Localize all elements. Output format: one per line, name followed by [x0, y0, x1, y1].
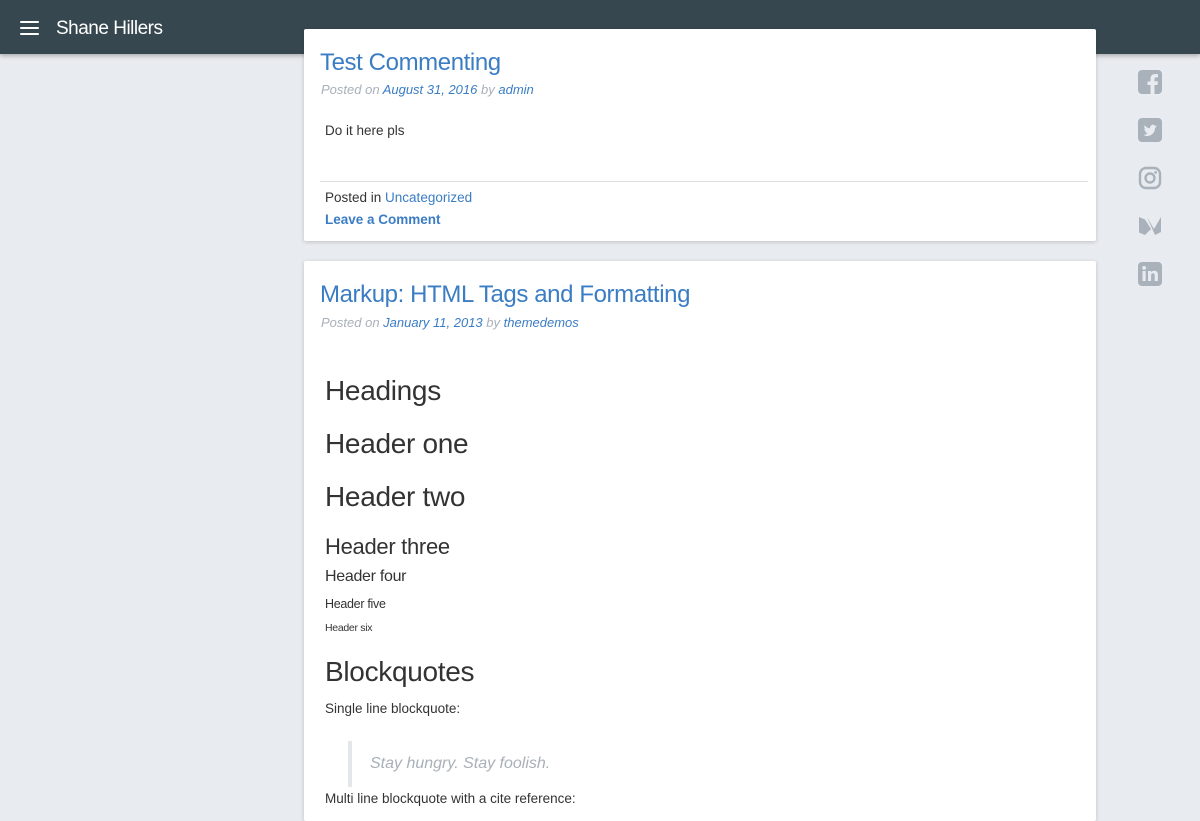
- category-link[interactable]: Uncategorized: [385, 190, 472, 205]
- instagram-icon[interactable]: [1138, 166, 1162, 190]
- blockquote: Stay hungry. Stay foolish.: [348, 741, 550, 787]
- post-meta: Posted on January 11, 2013 by themedemos: [321, 315, 579, 330]
- meta-by: by: [482, 315, 504, 330]
- post-date-link[interactable]: August 31, 2016: [383, 82, 478, 97]
- header-three: Header three: [325, 534, 450, 559]
- multi-blockquote-label: Multi line blockquote with a cite refere…: [325, 791, 576, 806]
- post-author-link[interactable]: admin: [498, 82, 533, 97]
- meta-by: by: [477, 82, 499, 97]
- posted-in: Posted in Uncategorized: [325, 190, 472, 205]
- post-author-link[interactable]: themedemos: [504, 315, 579, 330]
- post-date-link[interactable]: January 11, 2013: [383, 315, 483, 330]
- twitter-icon[interactable]: [1138, 118, 1162, 142]
- divider: [320, 181, 1088, 182]
- leave-comment-link[interactable]: Leave a Comment: [325, 212, 441, 227]
- post-card: Test Commenting Posted on August 31, 201…: [304, 29, 1096, 241]
- header-five: Header five: [325, 597, 386, 611]
- site-title[interactable]: Shane Hillers: [56, 18, 163, 40]
- header-six: Header six: [325, 622, 373, 634]
- hamburger-menu-icon[interactable]: [20, 21, 39, 35]
- header-two: Header two: [325, 481, 466, 512]
- section-heading-blockquotes: Blockquotes: [325, 656, 475, 687]
- header-four: Header four: [325, 568, 407, 585]
- single-blockquote-label: Single line blockquote:: [325, 701, 461, 716]
- meta-prefix: Posted on: [321, 315, 384, 330]
- section-heading-headings: Headings: [325, 375, 441, 406]
- post-meta: Posted on August 31, 2016 by admin: [321, 82, 534, 97]
- facebook-icon[interactable]: [1138, 70, 1162, 94]
- post-body: Do it here pls: [325, 123, 405, 138]
- post-title[interactable]: Test Commenting: [320, 49, 501, 77]
- header-one: Header one: [325, 428, 469, 459]
- post-card: Markup: HTML Tags and Formatting Posted …: [304, 261, 1096, 821]
- post-title[interactable]: Markup: HTML Tags and Formatting: [320, 281, 690, 309]
- blockquote-text: Stay hungry. Stay foolish.: [370, 755, 551, 772]
- linkedin-icon[interactable]: [1138, 262, 1162, 286]
- meta-prefix: Posted on: [321, 82, 383, 97]
- medium-icon[interactable]: [1138, 214, 1162, 238]
- posted-in-label: Posted in: [325, 190, 386, 205]
